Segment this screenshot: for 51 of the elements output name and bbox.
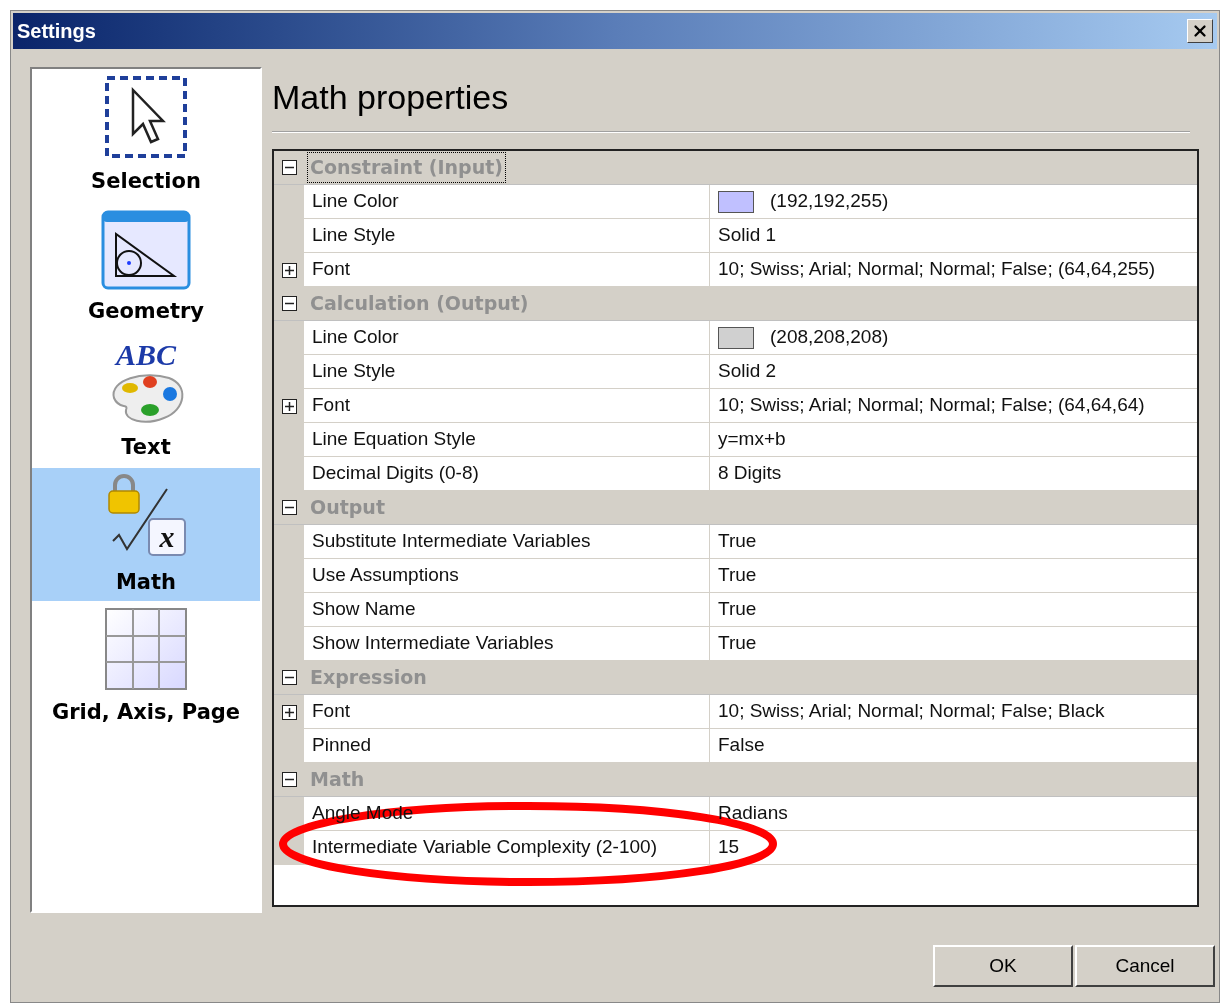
- collapse-icon[interactable]: [281, 296, 297, 311]
- property-name: Font: [312, 393, 351, 418]
- property-value[interactable]: True: [710, 559, 1197, 593]
- category-label: Output: [309, 495, 386, 521]
- property-value[interactable]: Solid 1: [710, 219, 1197, 253]
- window-title: Settings: [17, 19, 96, 44]
- expand-icon[interactable]: [281, 398, 297, 414]
- cursor-icon: [103, 73, 189, 160]
- property-name: Decimal Digits (0-8): [312, 461, 479, 486]
- property-value[interactable]: y=mx+b: [710, 423, 1197, 457]
- collapse-icon[interactable]: [281, 670, 297, 685]
- property-name: Font: [312, 699, 351, 724]
- property-name: Font: [312, 257, 351, 282]
- property-name: Show Intermediate Variables: [312, 631, 554, 656]
- category-label: Calculation (Output): [309, 291, 530, 317]
- triangle-window-icon: [101, 209, 191, 290]
- property-value[interactable]: (192,192,255): [710, 185, 1197, 219]
- property-name: Line Equation Style: [312, 427, 476, 452]
- property-value[interactable]: (208,208,208): [710, 321, 1197, 355]
- property-name: Use Assumptions: [312, 563, 459, 588]
- dialog-button[interactable]: Cancel: [1075, 945, 1215, 987]
- collapse-icon[interactable]: [281, 772, 297, 787]
- property-value[interactable]: 10; Swiss; Arial; Normal; Normal; False; Black: [710, 695, 1197, 729]
- grid-icon: [104, 606, 188, 691]
- property-value[interactable]: True: [710, 525, 1197, 559]
- sidebar-item[interactable]: x Math: [32, 468, 260, 601]
- close-icon: [1191, 22, 1209, 40]
- property-name: Line Style: [312, 359, 396, 384]
- property-value[interactable]: 15: [710, 831, 1197, 865]
- property-name: Pinned: [312, 733, 372, 758]
- row-gutter: [274, 797, 304, 831]
- property-name: Line Color: [312, 325, 399, 350]
- expand-icon[interactable]: [281, 704, 297, 720]
- property-name: Show Name: [312, 597, 416, 622]
- close-button[interactable]: [1187, 19, 1213, 43]
- dialog-button[interactable]: OK: [933, 945, 1073, 987]
- property-name: Line Color: [312, 189, 399, 214]
- property-value[interactable]: True: [710, 593, 1197, 627]
- property-name: Substitute Intermediate Variables: [312, 529, 591, 554]
- page-heading: Math properties: [272, 77, 510, 118]
- category-label: Expression: [309, 665, 428, 691]
- collapse-icon[interactable]: [281, 500, 297, 515]
- property-value[interactable]: 10; Swiss; Arial; Normal; Normal; False; (64,64,64): [710, 389, 1197, 423]
- collapse-icon[interactable]: [281, 160, 297, 175]
- category-label: Constraint (Input): [308, 153, 505, 182]
- expand-icon[interactable]: [281, 262, 297, 278]
- property-value[interactable]: Radians: [710, 797, 1197, 831]
- category-label: Math: [309, 767, 366, 793]
- property-name: Intermediate Variable Complexity (2-100): [312, 835, 657, 860]
- property-value[interactable]: Solid 2: [710, 355, 1197, 389]
- property-name: Line Style: [312, 223, 396, 248]
